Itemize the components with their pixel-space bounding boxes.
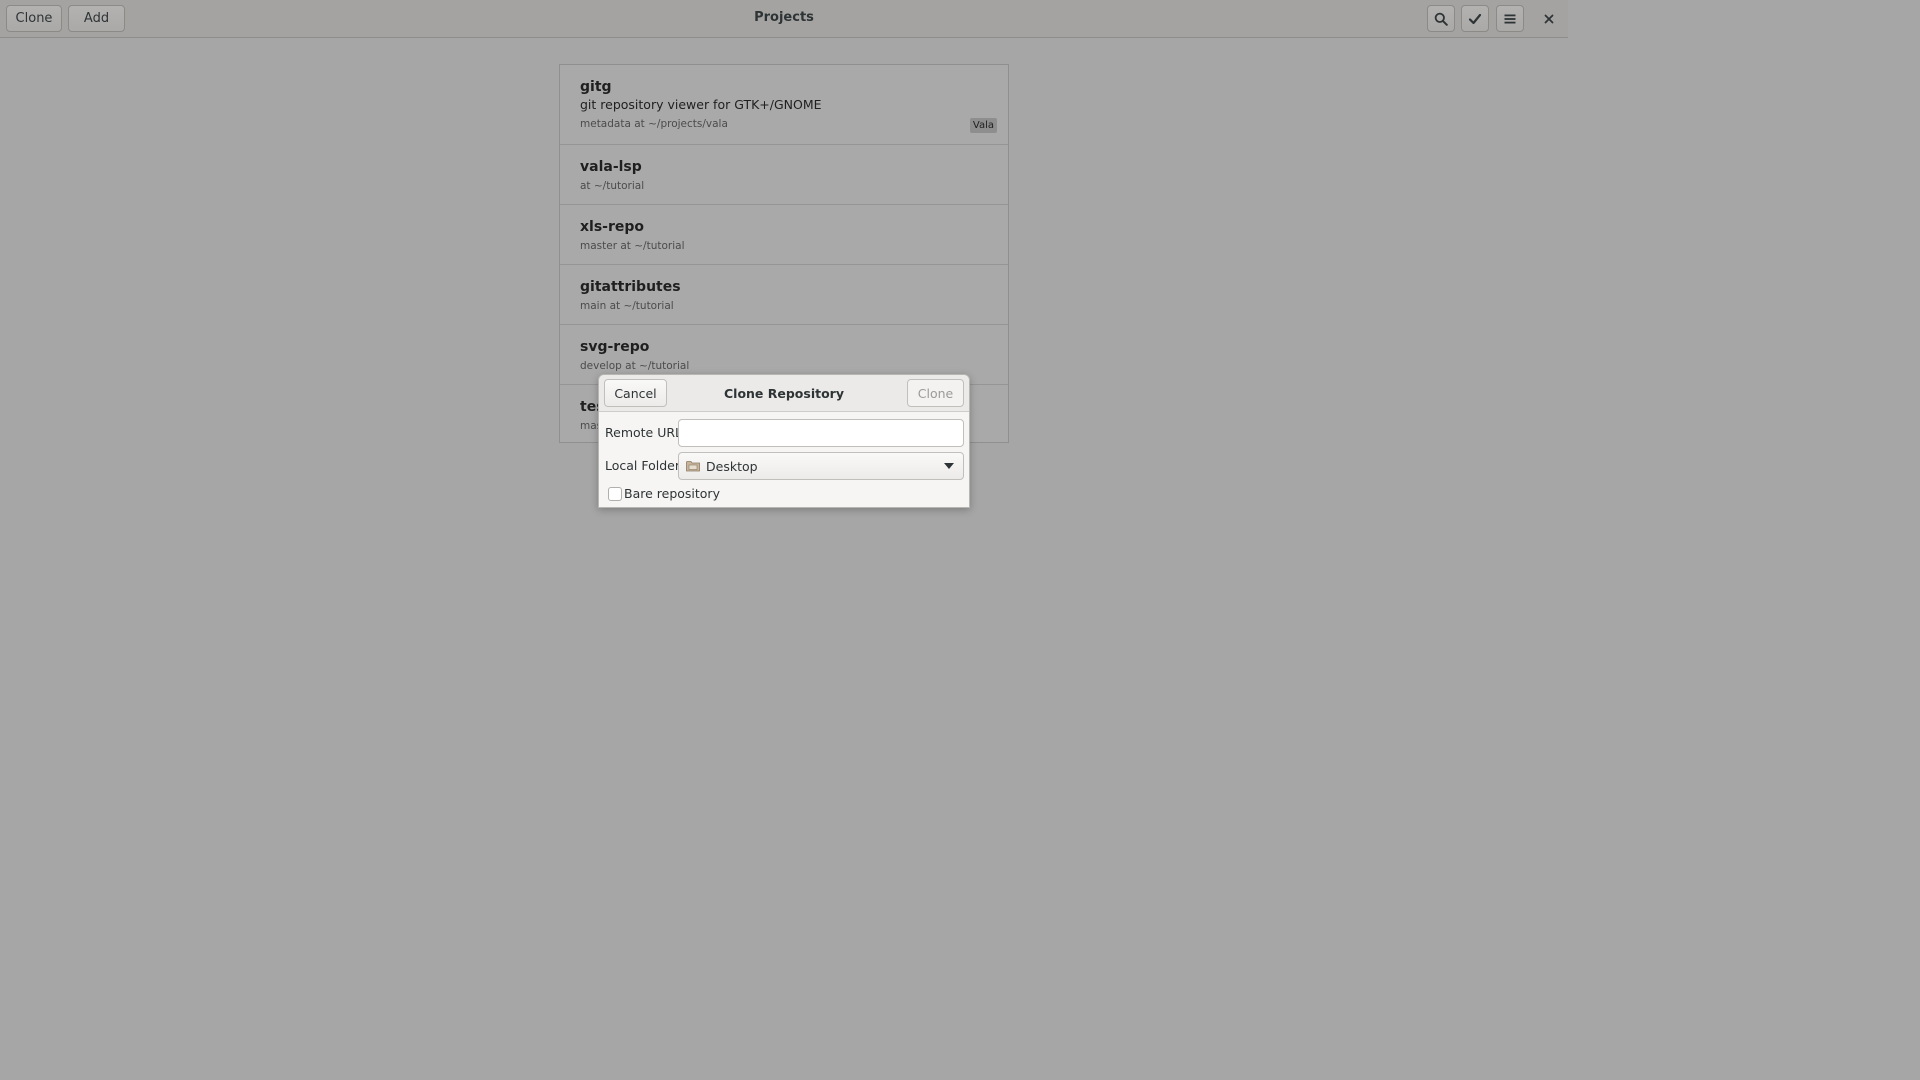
project-description: git repository viewer for GTK+/GNOME (580, 97, 822, 112)
clone-repository-dialog: Cancel Clone Repository Clone Remote URL… (598, 374, 970, 508)
remote-url-input[interactable] (678, 419, 964, 447)
project-row[interactable]: xls-repo master at ~/tutorial (560, 205, 1008, 265)
project-meta: develop at ~/tutorial (580, 360, 690, 372)
project-name: xls-repo (580, 219, 645, 235)
select-button[interactable] (1461, 5, 1489, 32)
project-meta: at ~/tutorial (580, 180, 645, 192)
search-icon (1434, 12, 1448, 26)
project-row[interactable]: vala-lsp at ~/tutorial (560, 145, 1008, 205)
project-name: vala-lsp (580, 159, 642, 175)
dialog-clone-button[interactable]: Clone (907, 379, 964, 407)
app-window: Clone Add Projects gitg git repository v… (0, 0, 1568, 882)
bare-repository-checkbox[interactable] (608, 487, 622, 501)
window-title: Projects (754, 10, 814, 25)
project-name: gitg (580, 79, 612, 95)
project-name: gitattributes (580, 279, 681, 295)
project-row[interactable]: gitattributes main at ~/tutorial (560, 265, 1008, 325)
remote-url-label: Remote URL: (605, 425, 687, 440)
dropdown-arrow-icon (944, 463, 954, 469)
bare-repository-label[interactable]: Bare repository (624, 486, 720, 501)
check-icon (1468, 13, 1482, 24)
project-meta: master at ~/tutorial (580, 240, 685, 252)
dialog-header: Cancel Clone Repository Clone (599, 375, 969, 412)
header-bar: Clone Add Projects (0, 0, 1568, 38)
project-name: svg-repo (580, 339, 650, 355)
local-folder-value: Desktop (706, 458, 758, 474)
project-row[interactable]: gitg git repository viewer for GTK+/GNOM… (560, 65, 1008, 145)
close-icon (1544, 14, 1554, 23)
project-meta: main at ~/tutorial (580, 300, 674, 312)
project-meta: metadata at ~/projects/vala (580, 118, 728, 130)
folder-icon (686, 461, 700, 472)
menu-button[interactable] (1496, 5, 1524, 32)
close-button[interactable] (1536, 5, 1562, 32)
search-button[interactable] (1427, 5, 1455, 32)
local-folder-label: Local Folder: (605, 458, 684, 473)
local-folder-combo[interactable]: Desktop (678, 452, 964, 480)
language-badge: Vala (969, 118, 997, 133)
menu-icon (1504, 14, 1516, 23)
